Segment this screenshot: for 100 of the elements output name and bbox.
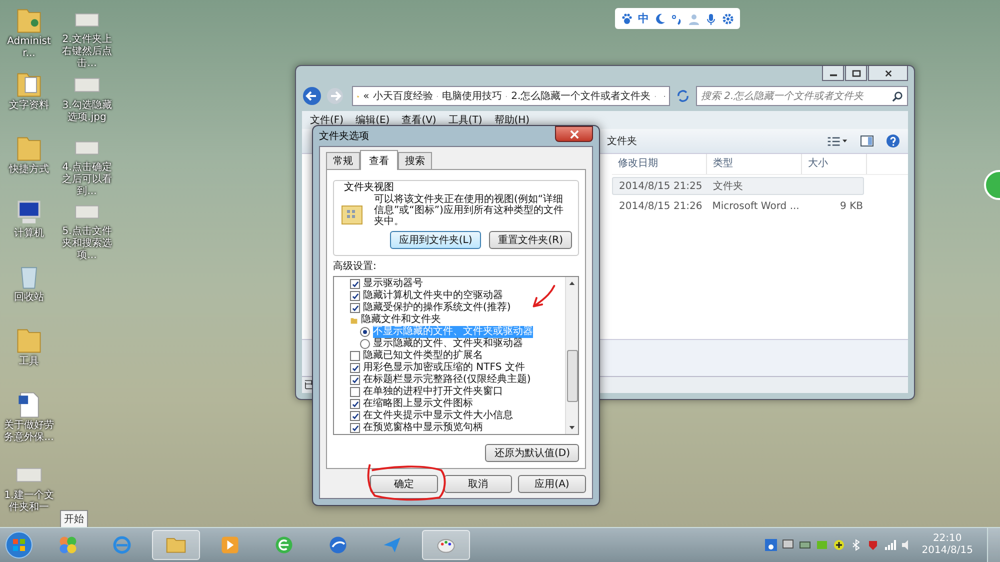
checkbox[interactable] [350,351,360,361]
dialog-title: 文件夹选项 [319,130,369,143]
checkbox[interactable] [350,279,360,289]
tab[interactable]: 常规 [326,152,360,169]
icon-label: 5.点击文件夹和搜索选项... [61,226,113,262]
type-cell-text: 文件夹 [712,180,744,193]
breadcrumb-item[interactable]: 电脑使用技巧 [442,89,502,103]
breadcrumb-item[interactable]: 2.怎么隐藏一个文件或者文件夹 [511,89,651,103]
setting-label: 在标题栏显示完整路径(仅限经典主题) [363,374,531,386]
setting-label: 隐藏计算机文件夹中的空驱动器 [363,290,503,302]
column-header[interactable]: 类型 [707,154,802,174]
setting-label: 隐藏文件和文件夹 [361,314,441,326]
file-row[interactable]: 2014/8/15 21:25 文件夹 [612,177,864,195]
setting-label: 在预览窗格中显示预览句柄 [363,422,483,434]
close-icon [570,130,578,138]
moon-icon[interactable] [654,12,666,24]
dialog-button[interactable]: 应用到文件夹(L) [390,231,482,249]
icon-label: 2.文件夹上右键然后点击... [61,34,113,70]
setting-label: 显示驱动器号 [363,278,423,290]
dialog-button[interactable]: 重置文件夹(R) [489,231,572,249]
settings-icon[interactable] [722,12,734,24]
search-icon[interactable] [892,90,903,102]
new-folder-button[interactable]: 文件夹 [607,134,637,148]
column-header[interactable]: 修改日期 [612,154,707,174]
play-icon [219,534,241,556]
icon-label: 1.建一个文件夹和一 [3,490,55,514]
breadcrumb-item[interactable]: 小天百度经验 [373,89,434,103]
dialog-button[interactable]: 应用(A) [518,475,586,493]
menu-item[interactable]: 帮助(H) [494,113,530,127]
radio-button[interactable] [360,339,370,349]
close-button[interactable] [868,66,908,81]
start-tooltip: 开始 [60,510,88,527]
icon-label: 工具 [18,356,40,368]
maximize-button[interactable] [845,66,867,81]
close-button[interactable] [555,126,593,142]
column-header[interactable]: 大小 [802,154,867,174]
taskbar-app[interactable] [152,530,200,560]
icon-label: Administr... [6,36,52,60]
setting-label: 不显示隐藏的文件、文件夹或驱动器 [373,326,533,338]
preview-pane-icon[interactable] [860,135,874,147]
icon-label: 文字资料 [8,100,50,112]
checkbox[interactable] [350,291,360,301]
checkbox[interactable] [350,423,360,433]
icon-label: 计算机 [13,228,45,240]
dialog-button[interactable]: 确定 [370,475,438,493]
setting-label: 显示隐藏的文件、文件夹和驱动器 [373,338,523,350]
refresh-icon[interactable] [675,88,691,104]
radio-button[interactable] [360,327,370,337]
circles-icon [57,534,79,556]
icon-label: 3.勾选隐藏选项.jpg [61,100,113,124]
clock-date: 2014/8/15 [922,545,973,557]
close-icon [884,70,892,76]
menu-item[interactable]: 编辑(E) [356,113,390,127]
icon-label: 回收站 [13,292,45,304]
icon-label: 4.点击确定之后可以看到... [61,162,113,198]
setting-label: 隐藏受保护的操作系统文件(推荐) [363,302,511,314]
checkbox[interactable] [350,375,360,385]
size-cell-text: 9 KB [839,200,863,212]
checkbox[interactable] [350,387,360,397]
restore-defaults-button[interactable]: 还原为默认值(D) [485,444,579,462]
menu-item[interactable]: 文件(F) [310,113,344,127]
checkbox[interactable] [350,411,360,421]
type-cell-text: Microsoft Word ... [711,200,800,212]
icon-label: 关于做好劳务意外保... [3,420,55,444]
date-cell-text: 2014/8/15 21:25 [618,180,704,192]
address-bar[interactable]: « 小天百度经验 电脑使用技巧 2.怎么隐藏一个文件或者文件夹 [352,86,670,106]
plus-icon[interactable] [832,539,845,551]
scroll-up-icon[interactable] [569,281,575,285]
menu-item[interactable]: 查看(V) [402,113,436,127]
setting-label: 在缩略图上显示文件图标 [363,398,473,410]
punctuation-icon[interactable] [671,12,683,24]
help-icon[interactable] [886,134,900,148]
section-label: 高级设置: [333,260,378,273]
checkbox[interactable] [350,303,360,313]
microphone-icon[interactable] [705,12,717,24]
tab[interactable]: 搜索 [398,152,432,169]
back-icon[interactable] [302,86,322,106]
maximize-icon [852,70,860,76]
menu-item[interactable]: 工具(T) [448,113,482,127]
setting-label: 在文件夹提示中显示文件大小信息 [363,410,513,422]
clock-time: 22:10 [932,533,962,545]
checkbox[interactable] [350,363,360,373]
icon-label: 快捷方式 [8,164,50,176]
date-cell-text: 2014/8/15 21:26 [618,200,704,212]
setting-label: 在单独的进程中打开文件夹窗口 [363,386,503,398]
view-options-icon[interactable] [826,136,848,146]
scroll-down-icon[interactable] [569,426,575,430]
minimize-button[interactable] [822,66,844,81]
start-button[interactable] [4,530,34,560]
breadcrumb-item[interactable]: « [363,90,370,102]
input-mode-toggle[interactable]: 中 [638,11,649,26]
dialog-button[interactable]: 取消 [444,475,512,493]
checkbox[interactable] [350,399,360,409]
setting-label: 隐藏已知文件类型的扩展名 [363,350,483,362]
tab[interactable]: 查看 [360,150,398,170]
setting-label: 用彩色显示加密或压缩的 NTFS 文件 [363,362,525,374]
scrollbar[interactable] [565,277,578,434]
file-row[interactable]: 2014/8/15 21:26 Microsoft Word ... 9 KB [612,197,864,215]
description-text: 可以将该文件夹正在使用的视图(例如“详细信息”或“图标”)应用到所有这种类型的文件夹中。 [374,194,564,227]
signal-icon[interactable] [884,539,896,551]
